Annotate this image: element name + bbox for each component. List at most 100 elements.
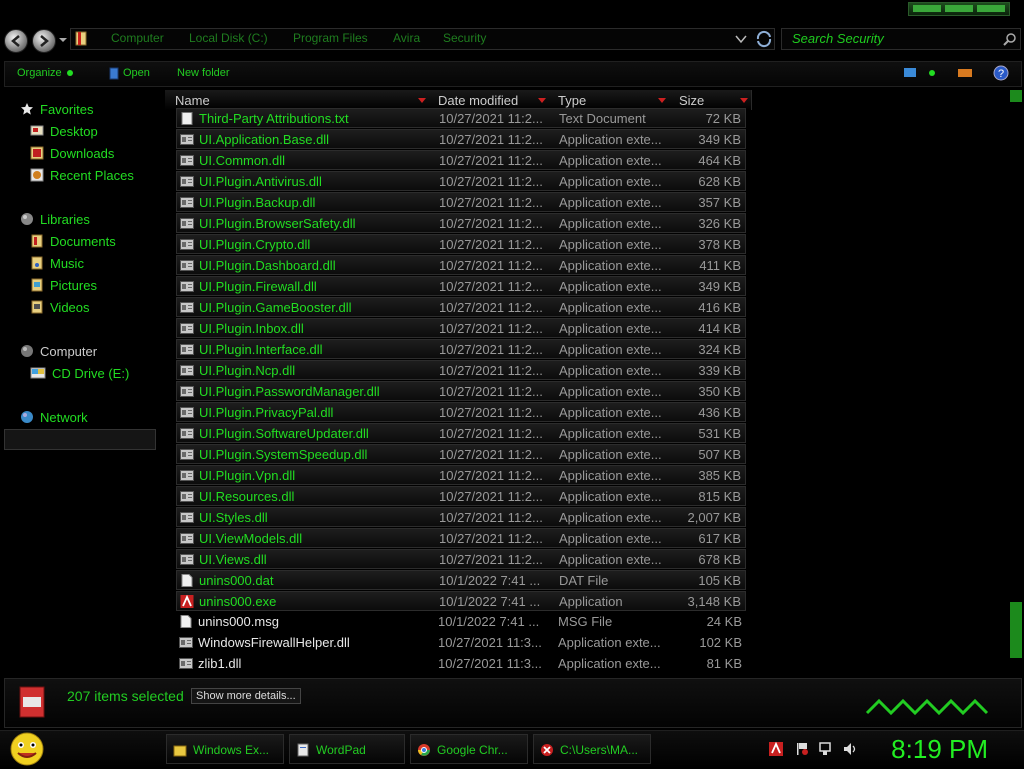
help-icon[interactable]: ? xyxy=(993,65,1009,81)
network-tray-icon[interactable] xyxy=(818,741,834,757)
scrollbar-thumb[interactable] xyxy=(1010,602,1022,658)
file-name: UI.ViewModels.dll xyxy=(199,531,303,546)
file-type: Application exte... xyxy=(559,426,662,441)
file-row[interactable]: UI.Plugin.SystemSpeedup.dll 10/27/2021 11… xyxy=(176,444,746,464)
nav-item-documents[interactable]: Documents xyxy=(30,231,116,251)
file-row[interactable]: UI.Plugin.Vpn.dll 10/27/2021 11:2... Appli… xyxy=(176,465,746,485)
breadcrumb-computer[interactable]: Computer xyxy=(111,31,164,45)
avira-tray-icon[interactable] xyxy=(768,741,784,757)
preview-pane-icon[interactable] xyxy=(957,67,973,79)
vertical-scrollbar[interactable] xyxy=(1008,88,1024,678)
file-row[interactable]: UI.Plugin.Ncp.dll 10/27/2021 11:2... Appli… xyxy=(176,360,746,380)
address-bar[interactable]: Computer Local Disk (C:) Program Files A… xyxy=(70,28,775,50)
window-controls[interactable] xyxy=(908,2,1010,16)
maximize-button[interactable] xyxy=(945,5,973,12)
file-row[interactable]: UI.Resources.dll 10/27/2021 11:2... Applic… xyxy=(176,486,746,506)
search-icon[interactable] xyxy=(1003,32,1017,46)
star-icon xyxy=(20,102,34,116)
view-dropdown-icon[interactable] xyxy=(929,70,935,76)
breadcrumb-avira[interactable]: Avira xyxy=(393,31,420,45)
taskbar-item-google-chrome[interactable]: Google Chr... xyxy=(410,734,528,764)
start-button-smiley-icon[interactable] xyxy=(8,731,46,767)
file-type: Application exte... xyxy=(558,656,661,671)
nav-item-downloads[interactable]: Downloads xyxy=(30,143,114,163)
minimize-button[interactable] xyxy=(913,5,941,12)
nav-label-pictures: Pictures xyxy=(50,277,97,293)
file-row[interactable]: UI.Plugin.Firewall.dll 10/27/2021 11:2...… xyxy=(176,276,746,296)
file-row[interactable]: Third-Party Attributions.txt 10/27/2021 1… xyxy=(176,108,746,128)
file-row[interactable]: UI.Plugin.Dashboard.dll 10/27/2021 11:2..… xyxy=(176,255,746,275)
change-view-icon[interactable] xyxy=(903,67,917,79)
back-button[interactable] xyxy=(4,29,28,53)
taskbar-label-explorer: Windows Ex... xyxy=(193,743,270,757)
search-box[interactable]: Search Security xyxy=(781,28,1021,50)
nav-item-music[interactable]: Music xyxy=(30,253,84,273)
taskbar-clock[interactable]: 8:19 PM xyxy=(891,734,988,765)
file-row[interactable]: UI.Plugin.Inbox.dll 10/27/2021 11:2... App… xyxy=(176,318,746,338)
forward-button[interactable] xyxy=(32,29,56,53)
nav-item-pictures[interactable]: Pictures xyxy=(30,275,97,295)
file-row[interactable]: UI.Plugin.BrowserSafety.dll 10/27/2021 11… xyxy=(176,213,746,233)
organize-button[interactable]: Organize xyxy=(17,67,62,79)
new-folder-button[interactable]: New folder xyxy=(177,67,230,79)
file-row[interactable]: UI.Plugin.Antivirus.dll 10/27/2021 11:2..… xyxy=(176,171,746,191)
file-row[interactable]: UI.Plugin.Backup.dll 10/27/2021 11:2... Ap… xyxy=(176,192,746,212)
column-header-date[interactable]: Date modified xyxy=(428,90,550,110)
column-header-name[interactable]: Name xyxy=(165,90,430,110)
file-name: unins000.dat xyxy=(199,573,274,588)
file-row[interactable]: UI.Common.dll 10/27/2021 11:2... Applicati… xyxy=(176,150,746,170)
nav-item-videos[interactable]: Videos xyxy=(30,297,90,317)
file-row[interactable]: UI.Plugin.Interface.dll 10/27/2021 11:2..… xyxy=(176,339,746,359)
show-more-details-link[interactable]: Show more details... xyxy=(191,688,301,704)
file-type: DAT File xyxy=(559,573,609,588)
file-row[interactable]: unins000.exe 10/1/2022 7:41 ... Applicatio… xyxy=(176,591,746,611)
breadcrumb-security[interactable]: Security xyxy=(443,31,486,45)
file-row[interactable]: unins000.dat 10/1/2022 7:41 ... DAT File 10… xyxy=(176,570,746,590)
libraries-label: Libraries xyxy=(40,211,90,227)
file-name: UI.Plugin.GameBooster.dll xyxy=(199,300,352,315)
file-row[interactable]: UI.Styles.dll 10/27/2021 11:2... Applicati… xyxy=(176,507,746,527)
file-name: UI.Plugin.Dashboard.dll xyxy=(199,258,336,273)
file-row[interactable]: UI.Plugin.SoftwareUpdater.dll 10/27/2021 … xyxy=(176,423,746,443)
nav-item-cd-drive[interactable]: CD Drive (E:) xyxy=(30,363,129,383)
address-dropdown-icon[interactable] xyxy=(735,34,747,44)
file-row[interactable]: UI.Plugin.PasswordManager.dll 10/27/2021 … xyxy=(176,381,746,401)
volume-icon[interactable] xyxy=(842,741,858,757)
libraries-item[interactable]: Libraries xyxy=(20,209,90,229)
file-row[interactable]: UI.Application.Base.dll 10/27/2021 11:2..… xyxy=(176,129,746,149)
action-center-flag-icon[interactable] xyxy=(794,741,810,757)
file-row[interactable]: UI.Plugin.PrivacyPal.dll 10/27/2021 11:2.… xyxy=(176,402,746,422)
recent-pages-dropdown-icon[interactable] xyxy=(59,38,67,42)
dll-icon xyxy=(180,490,194,503)
file-row[interactable]: zlib1.dll 10/27/2021 11:3... Application e… xyxy=(176,654,746,674)
file-row[interactable]: unins000.msg 10/1/2022 7:41 ... MSG File 24… xyxy=(176,612,746,632)
file-date-modified: 10/27/2021 11:2... xyxy=(439,258,543,273)
refresh-icon[interactable] xyxy=(755,30,773,48)
favorites-item[interactable]: Favorites xyxy=(20,99,93,119)
file-row[interactable]: UI.Plugin.GameBooster.dll 10/27/2021 11:2… xyxy=(176,297,746,317)
dll-icon xyxy=(180,280,194,293)
taskbar-item-wordpad[interactable]: WordPad xyxy=(289,734,405,764)
column-header-type[interactable]: Type xyxy=(548,90,670,110)
open-button[interactable]: Open xyxy=(123,67,150,79)
nav-item-desktop[interactable]: Desktop xyxy=(30,121,98,141)
computer-item[interactable]: Computer xyxy=(20,341,97,361)
scroll-up-arrow-icon[interactable] xyxy=(1010,90,1022,102)
taskbar-item-windows-explorer[interactable]: Windows Ex... xyxy=(166,734,284,764)
column-header-size[interactable]: Size xyxy=(669,90,752,110)
file-row[interactable]: UI.ViewModels.dll 10/27/2021 11:2... Appli… xyxy=(176,528,746,548)
file-name: UI.Plugin.Backup.dll xyxy=(199,195,316,210)
file-row[interactable]: WindowsFirewallHelper.dll 10/27/2021 11:3… xyxy=(176,633,746,653)
nav-item-recent-places[interactable]: Recent Places xyxy=(30,165,134,185)
file-row[interactable]: UI.Views.dll 10/27/2021 11:2... Applicatio… xyxy=(176,549,746,569)
file-row[interactable]: UI.Plugin.Crypto.dll 10/27/2021 11:2... Ap… xyxy=(176,234,746,254)
dll-icon xyxy=(180,154,194,167)
network-item[interactable]: Network xyxy=(20,407,88,427)
taskbar-item-command-window[interactable]: C:\Users\MA... xyxy=(533,734,651,764)
file-size: 628 KB xyxy=(698,174,741,189)
breadcrumb-program-files[interactable]: Program Files xyxy=(293,31,368,45)
file-type: Application exte... xyxy=(559,237,662,252)
computer-label: Computer xyxy=(40,343,98,359)
close-button[interactable] xyxy=(977,5,1005,12)
breadcrumb-local-disk[interactable]: Local Disk (C:) xyxy=(189,31,268,45)
